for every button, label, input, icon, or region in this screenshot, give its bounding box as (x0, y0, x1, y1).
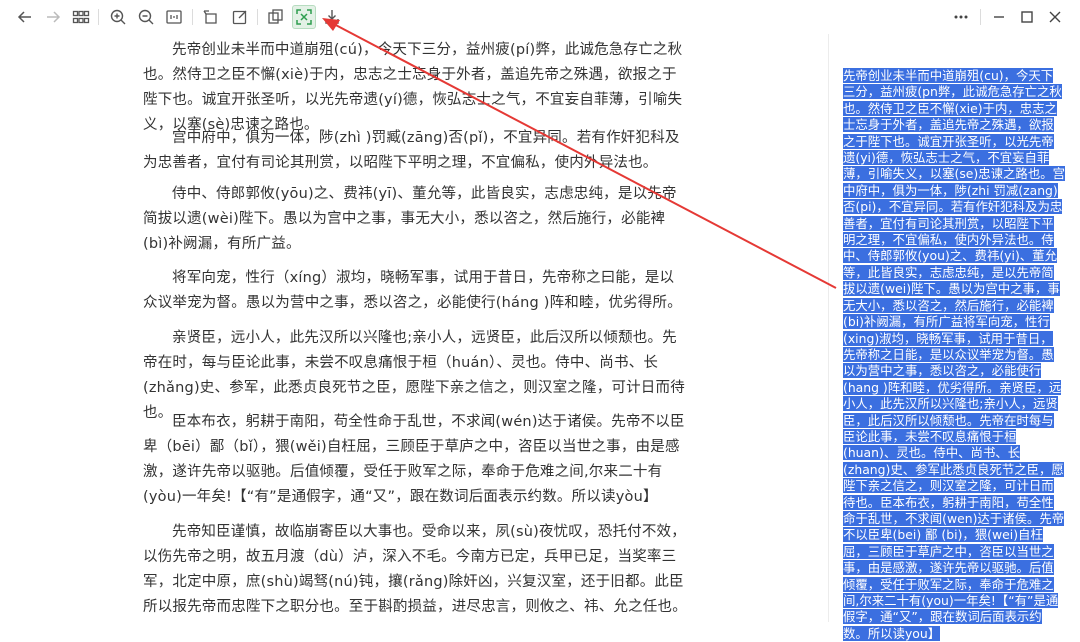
annotation-arrow (322, 18, 837, 289)
